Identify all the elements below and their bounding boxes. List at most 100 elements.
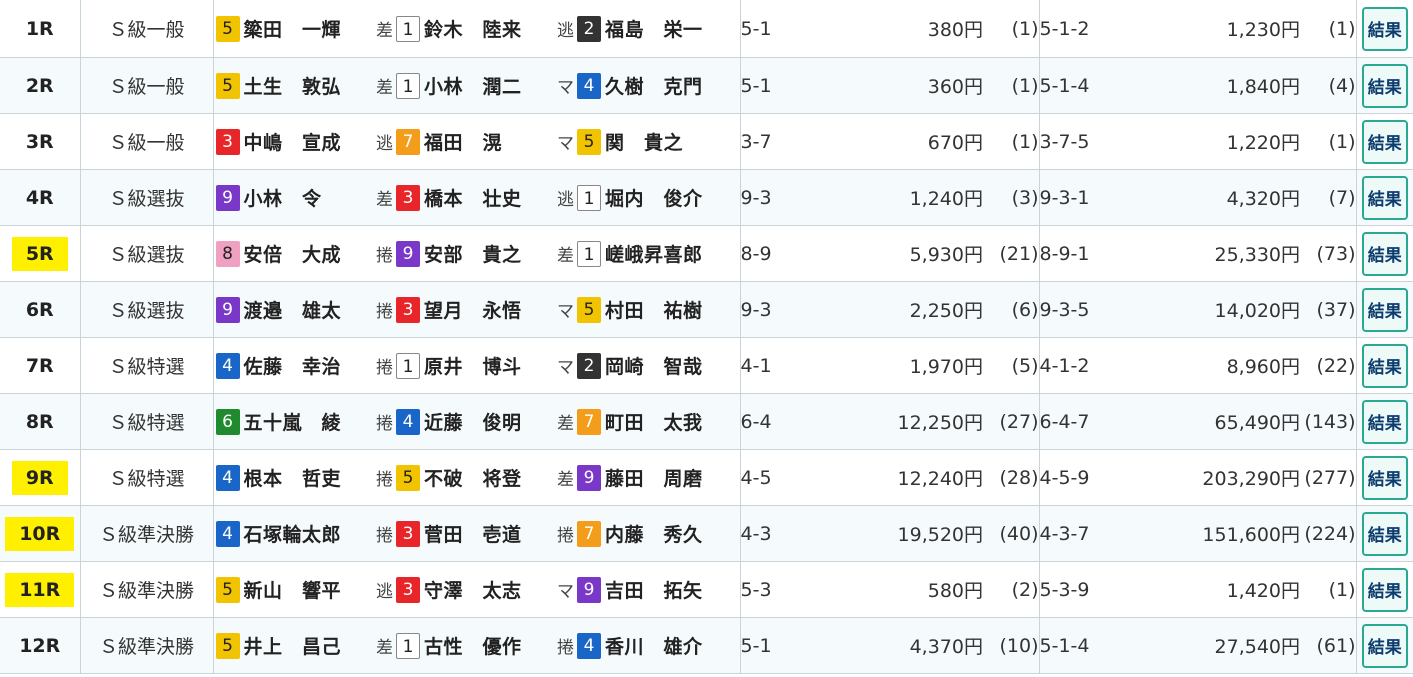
result-button[interactable]: 結果 <box>1361 399 1408 444</box>
result-button[interactable]: 結果 <box>1361 567 1408 612</box>
third-place-frame-number: 5 <box>577 128 601 155</box>
result-button-cell: 結果 <box>1355 281 1413 338</box>
result-button[interactable]: 結果 <box>1361 231 1408 276</box>
result-button[interactable]: 結果 <box>1361 455 1408 500</box>
third-place-frame-number: 9 <box>577 464 601 491</box>
result-button-cell: 結果 <box>1355 505 1413 562</box>
second-place-tactic: 逃 <box>557 21 574 41</box>
first-place-rider-name: 五十嵐 綾 <box>243 412 342 434</box>
first-place-tactic: 捲 <box>376 414 393 434</box>
result-button[interactable]: 結果 <box>1361 175 1408 220</box>
first-place-rider-name: 新山 響平 <box>243 580 342 602</box>
race-class: Ｓ級特選 <box>80 449 214 506</box>
first-place-frame-number: 5 <box>215 15 240 42</box>
third-place-rider-name: 香川 雄介 <box>605 636 703 658</box>
exacta-payout: 5,930円 <box>805 225 983 282</box>
third-place-rider-name: 嵯峨昇喜郎 <box>605 244 703 266</box>
exacta-combination: 5-3 <box>739 561 805 618</box>
race-number-cell: 4R <box>0 169 81 226</box>
race-row: 5R Ｓ級選抜 8 安倍 大成 捲 9 安部 貴之 差 1 嵯峨昇喜郎 8-9 … <box>0 225 1413 282</box>
first-place-frame-number: 4 <box>215 520 240 547</box>
trifecta-payout: 151,600円 <box>1104 505 1300 562</box>
result-button[interactable]: 結果 <box>1361 343 1408 388</box>
race-number-cell: 7R <box>0 337 81 394</box>
result-button[interactable]: 結果 <box>1361 119 1408 164</box>
second-place-frame-number: 3 <box>396 576 420 603</box>
trifecta-payout: 4,320円 <box>1104 169 1300 226</box>
trifecta-popularity: (1) <box>1300 113 1356 170</box>
first-place-cell: 5 井上 昌己 差 <box>213 617 394 674</box>
result-button[interactable]: 結果 <box>1361 623 1408 668</box>
first-place-frame-number: 8 <box>215 240 240 267</box>
second-place-cell: 1 原井 博斗 マ <box>394 337 575 394</box>
trifecta-combination: 8-9-1 <box>1038 225 1104 282</box>
race-number-cell: 10R <box>0 505 81 562</box>
first-place-frame-number: 5 <box>215 632 240 659</box>
result-button-cell: 結果 <box>1355 617 1413 674</box>
first-place-cell: 5 土生 敦弘 差 <box>213 57 394 114</box>
exacta-payout: 4,370円 <box>805 617 983 674</box>
exacta-payout: 670円 <box>805 113 983 170</box>
result-button[interactable]: 結果 <box>1361 6 1408 51</box>
race-number-cell: 5R <box>0 225 81 282</box>
result-button-cell: 結果 <box>1355 337 1413 394</box>
exacta-payout: 1,240円 <box>805 169 983 226</box>
first-place-rider-name: 小林 令 <box>243 188 322 210</box>
trifecta-payout: 65,490円 <box>1104 393 1300 450</box>
race-class: Ｓ級準決勝 <box>80 617 214 674</box>
exacta-combination: 5-1 <box>739 57 805 114</box>
exacta-popularity: (21) <box>983 225 1039 282</box>
trifecta-payout: 203,290円 <box>1104 449 1300 506</box>
first-place-rider-name: 安倍 大成 <box>243 244 342 266</box>
result-button-cell: 結果 <box>1355 561 1413 618</box>
race-number: 9R <box>11 460 68 495</box>
second-place-frame-number: 9 <box>396 240 420 267</box>
third-place-cell: 4 久樹 克門 <box>575 57 741 114</box>
third-place-cell: 4 香川 雄介 <box>575 617 741 674</box>
trifecta-payout: 1,840円 <box>1104 57 1300 114</box>
result-button[interactable]: 結果 <box>1361 287 1408 332</box>
third-place-frame-number: 2 <box>577 15 601 42</box>
second-place-rider-name: 守澤 太志 <box>424 580 522 602</box>
race-class: Ｓ級選抜 <box>80 169 214 226</box>
first-place-cell: 4 佐藤 幸治 捲 <box>213 337 394 394</box>
third-place-cell: 9 藤田 周磨 <box>575 449 741 506</box>
first-place-tactic: 捲 <box>376 302 393 322</box>
first-place-cell: 5 簗田 一輝 差 <box>213 0 394 58</box>
second-place-cell: 9 安部 貴之 差 <box>394 225 575 282</box>
first-place-rider-name: 井上 昌己 <box>243 636 342 658</box>
exacta-combination: 4-1 <box>739 337 805 394</box>
second-place-cell: 7 福田 滉 マ <box>394 113 575 170</box>
trifecta-payout: 27,540円 <box>1104 617 1300 674</box>
result-button-cell: 結果 <box>1355 113 1413 170</box>
trifecta-popularity: (37) <box>1300 281 1356 338</box>
third-place-frame-number: 7 <box>577 408 601 435</box>
trifecta-combination: 9-3-5 <box>1038 281 1104 338</box>
second-place-rider-name: 鈴木 陸来 <box>424 19 522 41</box>
exacta-popularity: (1) <box>983 0 1039 58</box>
third-place-rider-name: 堀内 俊介 <box>605 188 703 210</box>
second-place-rider-name: 近藤 俊明 <box>424 412 522 434</box>
race-number: 5R <box>11 236 68 271</box>
result-button-cell: 結果 <box>1355 225 1413 282</box>
third-place-frame-number: 4 <box>577 72 601 99</box>
exacta-popularity: (6) <box>983 281 1039 338</box>
exacta-popularity: (1) <box>983 113 1039 170</box>
trifecta-combination: 5-1-2 <box>1038 0 1104 58</box>
trifecta-payout: 25,330円 <box>1104 225 1300 282</box>
second-place-tactic: 差 <box>557 414 574 434</box>
first-place-cell: 9 渡邉 雄太 捲 <box>213 281 394 338</box>
exacta-payout: 1,970円 <box>805 337 983 394</box>
third-place-rider-name: 内藤 秀久 <box>605 524 703 546</box>
exacta-popularity: (28) <box>983 449 1039 506</box>
first-place-tactic: 捲 <box>376 470 393 490</box>
exacta-payout: 380円 <box>805 0 983 58</box>
result-button[interactable]: 結果 <box>1361 63 1408 108</box>
second-place-cell: 4 近藤 俊明 差 <box>394 393 575 450</box>
exacta-payout: 19,520円 <box>805 505 983 562</box>
exacta-combination: 8-9 <box>739 225 805 282</box>
race-row: 1R Ｓ級一般 5 簗田 一輝 差 1 鈴木 陸来 逃 2 福島 栄一 5-1 … <box>0 0 1413 58</box>
trifecta-payout: 1,220円 <box>1104 113 1300 170</box>
result-button[interactable]: 結果 <box>1361 511 1408 556</box>
first-place-frame-number: 4 <box>215 352 240 379</box>
